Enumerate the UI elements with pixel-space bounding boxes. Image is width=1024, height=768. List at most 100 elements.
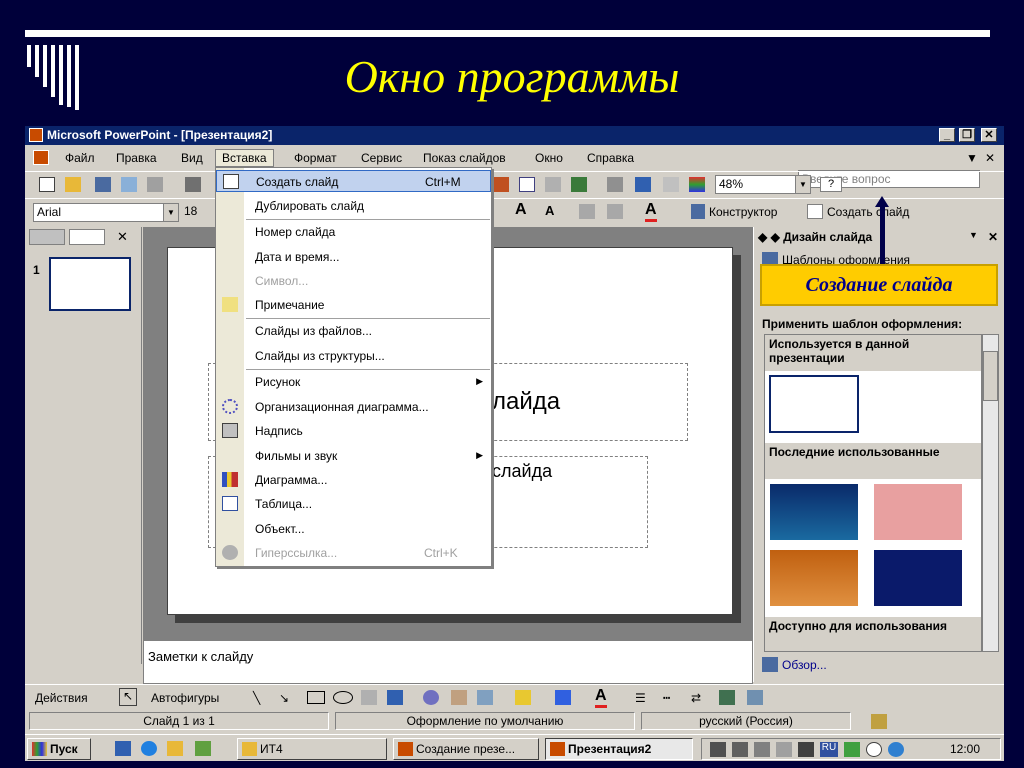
template-scrollbar[interactable] — [982, 334, 999, 652]
internet-explorer-icon[interactable] — [141, 741, 157, 756]
show-formatting-icon[interactable] — [635, 177, 651, 192]
menu-item-hyperlink[interactable]: Гиперссылка... Ctrl+K — [216, 542, 491, 564]
picture-icon[interactable] — [477, 690, 493, 705]
rectangle-icon[interactable] — [307, 691, 325, 704]
insert-chart-icon[interactable] — [493, 177, 509, 192]
template-orange[interactable] — [769, 549, 859, 607]
scrollbar-thumb[interactable] — [983, 351, 998, 401]
menu-item-chart[interactable]: Диаграмма... — [216, 469, 491, 491]
new-slide-button[interactable]: Создать слайд — [827, 205, 909, 219]
close-button[interactable]: ✕ — [981, 128, 997, 142]
print-icon[interactable] — [185, 177, 201, 192]
autoshapes-button[interactable]: Автофигуры — [151, 691, 219, 705]
line-style-icon[interactable]: ☰ — [635, 691, 646, 705]
shadow-icon[interactable] — [719, 690, 735, 705]
quicklaunch-media-icon[interactable] — [195, 741, 211, 756]
menu-item-slide-number[interactable]: Номер слайда — [216, 221, 491, 243]
document-icon[interactable] — [33, 150, 49, 165]
tray-clock-icon[interactable] — [866, 742, 882, 757]
arrow-style-icon[interactable]: ⇄ — [691, 691, 701, 705]
taskbar-presentation2[interactable]: Презентация2 — [545, 738, 693, 760]
fill-color-icon[interactable] — [515, 690, 531, 705]
new-slide-icon[interactable] — [807, 204, 823, 219]
slides-tab[interactable] — [69, 229, 105, 245]
tray-language-indicator[interactable]: RU — [820, 742, 838, 757]
taskbar-it4[interactable]: ИТ4 — [237, 738, 387, 760]
menu-file[interactable]: Файл — [65, 151, 95, 165]
menu-edit[interactable]: Правка — [116, 151, 157, 165]
tray-printer-icon[interactable] — [754, 742, 770, 757]
arrow-icon[interactable]: ↘ — [279, 691, 289, 705]
font-color-icon[interactable]: A — [645, 201, 657, 222]
template-default[interactable] — [769, 375, 859, 433]
browse-link[interactable]: Обзор... — [782, 658, 827, 672]
menu-view[interactable]: Вид — [181, 151, 203, 165]
menu-item-date-time[interactable]: Дата и время... — [216, 246, 491, 268]
tray-globe-icon[interactable] — [888, 742, 904, 757]
textbox-icon[interactable] — [361, 690, 377, 705]
show-grid-icon[interactable] — [663, 177, 679, 192]
zoom-select[interactable]: 48% ▼ — [715, 175, 811, 194]
line-icon[interactable]: ╲ — [253, 691, 260, 705]
font-select[interactable]: Arial ▼ — [33, 203, 179, 222]
line-color-icon[interactable] — [555, 690, 571, 705]
template-pink[interactable] — [873, 483, 963, 541]
template-navy[interactable] — [873, 549, 963, 607]
task-pane-dropdown-icon[interactable]: ▼ — [969, 230, 978, 240]
menu-item-object[interactable]: Объект... — [216, 518, 491, 540]
ask-dropdown-icon[interactable]: ▼ — [966, 151, 978, 165]
quicklaunch-desktop-icon[interactable] — [115, 741, 131, 756]
menu-item-org-chart[interactable]: Организационная диаграмма... — [216, 396, 491, 418]
clipart-icon[interactable] — [451, 690, 467, 705]
drawing-font-color-icon[interactable]: A — [595, 687, 607, 708]
menu-item-table[interactable]: Таблица... — [216, 493, 491, 515]
taskbar-presentation-create[interactable]: Создание презе... — [393, 738, 539, 760]
menu-insert[interactable]: Вставка — [215, 149, 274, 167]
chevron-down-icon[interactable]: ▼ — [795, 176, 810, 193]
menu-format[interactable]: Формат — [294, 151, 337, 165]
template-blue[interactable] — [769, 483, 859, 541]
minimize-button[interactable]: _ — [939, 128, 955, 142]
new-icon[interactable] — [39, 177, 55, 192]
increase-font-icon[interactable]: A — [515, 201, 527, 219]
menu-item-text-box[interactable]: Надпись — [216, 420, 491, 442]
designer-icon[interactable] — [691, 204, 705, 219]
dash-style-icon[interactable]: ┅ — [663, 691, 670, 705]
permission-icon[interactable] — [121, 177, 137, 192]
tray-status-icon[interactable] — [844, 742, 860, 757]
tables-borders-icon[interactable] — [545, 177, 561, 192]
notes-pane[interactable]: Заметки к слайду — [143, 640, 753, 684]
3d-icon[interactable] — [747, 690, 763, 705]
email-icon[interactable] — [147, 177, 163, 192]
insert-table-icon[interactable] — [519, 177, 535, 192]
select-pointer-icon[interactable]: ↖ — [119, 688, 137, 706]
increase-indent-icon[interactable] — [607, 204, 623, 219]
tray-volume-icon[interactable] — [776, 742, 792, 757]
decrease-indent-icon[interactable] — [579, 204, 595, 219]
open-icon[interactable] — [65, 177, 81, 192]
menu-item-picture[interactable]: Рисунок ▶ — [216, 371, 491, 393]
actions-button[interactable]: Действия — [35, 691, 88, 705]
menu-window[interactable]: Окно — [535, 151, 563, 165]
back-icon[interactable]: ◆ ◆ — [758, 230, 783, 244]
oval-icon[interactable] — [333, 691, 353, 704]
menu-item-comment[interactable]: Примечание — [216, 294, 491, 316]
powerpoint-app-icon[interactable] — [29, 128, 43, 142]
menu-item-slides-from-outline[interactable]: Слайды из структуры... — [216, 345, 491, 367]
tray-device-icon[interactable] — [798, 742, 814, 757]
window-titlebar[interactable]: Microsoft PowerPoint - [Презентация2] _ … — [25, 126, 1004, 145]
maximize-button[interactable]: ❐ — [959, 128, 975, 142]
insert-hyperlink-icon[interactable] — [571, 177, 587, 192]
menu-item-slides-from-files[interactable]: Слайды из файлов... — [216, 320, 491, 342]
font-size-select[interactable]: 18 — [181, 203, 215, 222]
menu-item-new-slide[interactable]: Создать слайд Ctrl+M — [216, 170, 491, 192]
expand-all-icon[interactable] — [607, 177, 623, 192]
chevron-down-icon[interactable]: ▼ — [163, 204, 178, 221]
menu-item-symbol[interactable]: Символ... — [216, 270, 491, 292]
designer-button[interactable]: Конструктор — [709, 205, 777, 219]
clock[interactable]: 12:00 — [950, 742, 980, 756]
quicklaunch-folder-icon[interactable] — [167, 741, 183, 756]
save-icon[interactable] — [95, 177, 111, 192]
decrease-font-icon[interactable]: A — [545, 203, 554, 218]
color-grayscale-icon[interactable] — [689, 177, 705, 192]
